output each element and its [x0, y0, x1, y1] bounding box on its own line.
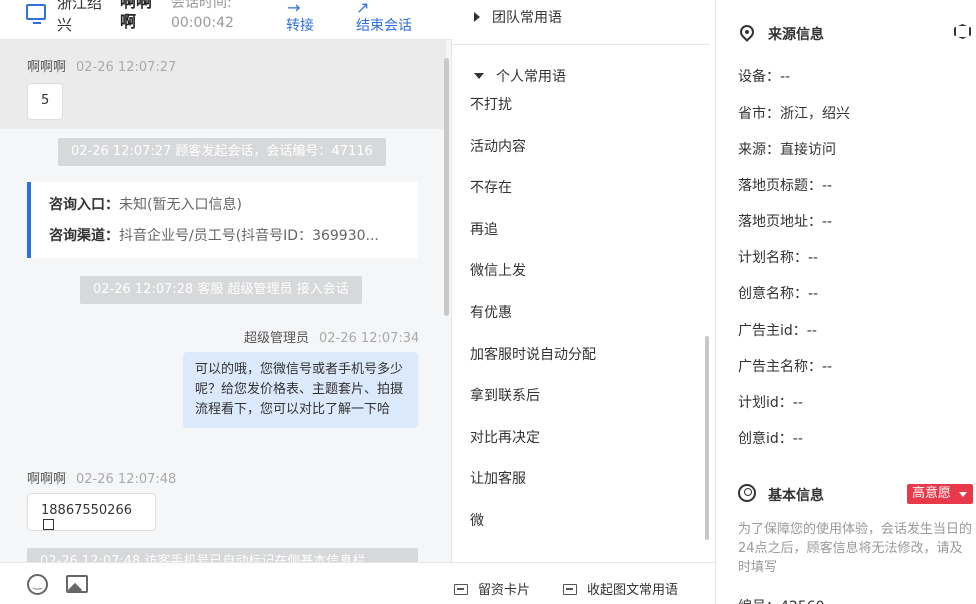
divider [452, 44, 710, 45]
field-customer-id: 编号：42560 [738, 596, 825, 604]
system-message: 02-26 12:07:48 访客手机号已自动标记在侧基本信息栏 [27, 548, 418, 562]
entry-label: 咨询入口： [49, 197, 119, 213]
channel-label: 咨询渠道： [49, 228, 119, 244]
sender-name: 超级管理员 [244, 331, 310, 346]
phrase-item[interactable]: 让加客服 [470, 468, 526, 488]
intent-level-dropdown[interactable]: 高意愿 [907, 484, 973, 504]
card-icon [454, 584, 468, 595]
phrase-item[interactable]: 微 [470, 510, 484, 530]
field-landing-title: 落地页标题：-- [738, 178, 833, 194]
customer-name: 啊啊啊 [120, 0, 153, 31]
personal-phrases-group[interactable]: 个人常用语 [474, 66, 566, 86]
field-device: 设备：-- [738, 69, 791, 85]
message-sender: 啊啊啊 02-26 12:07:48 [27, 468, 176, 487]
phrase-item[interactable]: 不存在 [470, 177, 512, 197]
message-time: 02-26 12:07:27 [76, 60, 177, 75]
team-phrases-group[interactable]: 团队常用语 [474, 7, 562, 27]
sender-name: 啊啊啊 [27, 472, 67, 487]
message-sender: 超级管理员 02-26 12:07:34 [244, 327, 419, 346]
chat-input-toolbar: ‿ [0, 562, 452, 604]
chat-scrollbar[interactable] [444, 58, 449, 316]
collapse-phrases-button[interactable]: 收起图文常用语 [563, 579, 678, 598]
chat-panel: 浙江绍兴 啊啊啊 会话时间: 00:00:42 → 转接 ↗ 结束会话 啊啊啊 0… [0, 0, 452, 604]
entry-value: 未知(暂无入口信息) [119, 197, 242, 213]
emoji-icon[interactable]: ‿ [27, 574, 48, 595]
phrase-item[interactable]: 再追 [470, 219, 498, 239]
duration-label: 会话时间: [171, 0, 232, 11]
basic-info-title: 基本信息 [768, 488, 824, 504]
system-message: 02-26 12:07:28 客服 超级管理员 接入会话 [80, 276, 362, 304]
agent-message-bubble: 可以的哦，您微信号或者手机号多少呢？给您发价格表、主题套片、拍摄流程看下，您可以… [183, 352, 418, 428]
phrases-scrollbar[interactable] [705, 336, 709, 540]
field-advertiser-id: 广告主id：-- [738, 323, 817, 339]
computer-icon [26, 4, 46, 24]
phrases-footer: 留资卡片 收起图文常用语 [452, 562, 716, 604]
user-circle-icon [738, 484, 756, 502]
chat-header: 浙江绍兴 啊啊啊 会话时间: 00:00:42 → 转接 ↗ 结束会话 [0, 0, 452, 40]
lead-card-button[interactable]: 留资卡片 [454, 579, 530, 598]
consult-entry-row: 咨询入口：未知(暂无入口信息) [49, 194, 399, 225]
customer-message-bubble: 5 [27, 83, 63, 120]
message-icon [563, 584, 577, 595]
field-creative-id: 创意id：-- [738, 431, 803, 447]
message-time: 02-26 12:07:48 [76, 472, 177, 487]
message-time: 02-26 12:07:34 [319, 331, 420, 346]
phrase-item[interactable]: 微信上发 [470, 260, 526, 280]
visitor-location: 浙江绍兴 [57, 0, 103, 34]
chat-workspace: 浙江绍兴 啊啊啊 会话时间: 00:00:42 → 转接 ↗ 结束会话 啊啊啊 0… [0, 0, 976, 604]
phrase-item[interactable]: 加客服时说自动分配 [470, 344, 596, 364]
field-province-city: 省市：浙江，绍兴 [738, 106, 850, 122]
system-message: 02-26 12:07:27 顾客发起会话，会话编号：47116 [58, 138, 386, 166]
caret-down-icon [474, 73, 484, 79]
sender-name: 啊啊啊 [27, 60, 67, 75]
customer-message-bubble: 18867550266 [27, 493, 156, 531]
phrases-panel: 团队常用语 个人常用语 不打扰 活动内容 不存在 再追 微信上发 有优惠 加客服… [452, 0, 716, 604]
highlighted-message [0, 40, 446, 129]
location-pin-icon [737, 22, 757, 42]
phone-number-text: 18867550266 [41, 503, 132, 518]
consult-info-card: 咨询入口：未知(暂无入口信息) 咨询渠道：抖音企业号/员工号(抖音号ID：369… [27, 182, 418, 258]
message-list[interactable]: 啊啊啊 02-26 12:07:27 5 02-26 12:07:27 顾客发起会… [0, 40, 452, 562]
message-sender: 啊啊啊 02-26 12:07:27 [27, 56, 176, 75]
field-landing-url: 落地页地址：-- [738, 214, 833, 230]
field-source: 来源：直接访问 [738, 142, 836, 158]
end-session-button[interactable]: 结束会话 [356, 15, 412, 35]
consult-channel-row: 咨询渠道：抖音企业号/员工号(抖音号ID：369930... [49, 225, 399, 256]
edit-notice: 为了保障您的使用体验，会话发生当日的24点之后，顾客信息将无法修改，请及时填写 [738, 522, 973, 575]
transfer-button[interactable]: 转接 [286, 15, 314, 35]
image-icon[interactable] [66, 575, 88, 593]
source-info-title: 来源信息 [768, 27, 824, 43]
phrase-item[interactable]: 拿到联系后 [470, 385, 540, 405]
copy-icon[interactable] [43, 519, 54, 530]
customer-info-panel: 来源信息 设备：-- 省市：浙江，绍兴 来源：直接访问 落地页标题：-- 落地页… [716, 0, 976, 604]
field-advertiser-name: 广告主名称：-- [738, 359, 833, 375]
caret-right-icon [474, 12, 480, 22]
channel-value: 抖音企业号/员工号(抖音号ID：369930... [119, 228, 379, 244]
phrase-item[interactable]: 活动内容 [470, 136, 526, 156]
field-creative-name: 创意名称：-- [738, 286, 819, 302]
field-plan-name: 计划名称：-- [738, 250, 819, 266]
phrase-item[interactable]: 有优惠 [470, 302, 512, 322]
group-label: 个人常用语 [496, 69, 566, 85]
button-label: 留资卡片 [478, 583, 531, 598]
field-plan-id: 计划id：-- [738, 395, 803, 411]
phrase-item[interactable]: 对比再决定 [470, 427, 540, 447]
session-duration: 00:00:42 [171, 15, 234, 31]
group-label: 团队常用语 [492, 10, 562, 26]
settings-icon[interactable] [954, 24, 971, 39]
button-label: 收起图文常用语 [587, 583, 679, 598]
phrase-item[interactable]: 不打扰 [470, 94, 512, 114]
